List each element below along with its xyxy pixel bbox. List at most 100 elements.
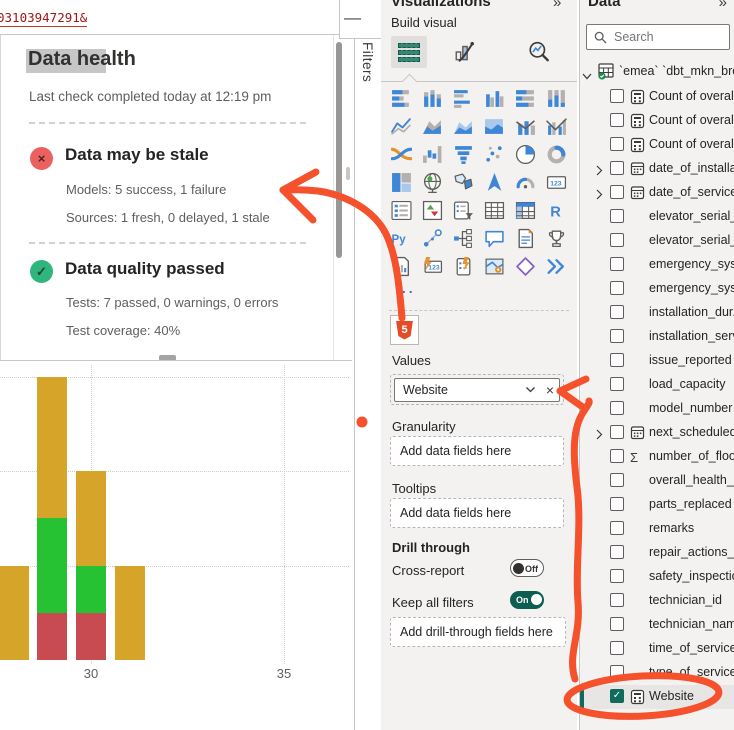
field-row[interactable]: Count of overal... — [580, 85, 734, 109]
granularity-field-well[interactable]: Add data fields here — [390, 436, 564, 466]
url-fragment-text[interactable]: 03103947291& — [0, 10, 87, 27]
visual-icon-line-and-stacked-column-chart[interactable] — [515, 116, 536, 137]
visual-icon-stacked-area-chart[interactable] — [453, 116, 474, 137]
field-checkbox[interactable] — [610, 641, 624, 655]
field-checkbox[interactable]: ✓ — [610, 689, 624, 703]
visual-icon-power-automate[interactable] — [546, 256, 567, 277]
field-label[interactable]: emergency_syst... — [649, 281, 734, 295]
field-row[interactable]: technician_name — [580, 613, 734, 637]
field-label[interactable]: number_of_floo... — [649, 449, 734, 463]
field-row[interactable]: emergency_syst... — [580, 277, 734, 301]
field-row[interactable]: repair_actions_t... — [580, 541, 734, 565]
visual-icon-q-and-a[interactable] — [484, 228, 505, 249]
remove-field-icon[interactable]: × — [541, 382, 559, 398]
tab-analytics[interactable] — [527, 40, 551, 69]
card-scrollbar-thumb[interactable] — [336, 42, 342, 258]
field-checkbox[interactable] — [610, 233, 624, 247]
field-label[interactable]: technician_id — [649, 593, 722, 607]
visual-icon-clustered-bar-chart[interactable] — [453, 88, 474, 109]
bar-segment-green[interactable] — [37, 518, 67, 613]
field-checkbox[interactable] — [610, 473, 624, 487]
visual-icon-area-chart[interactable] — [422, 116, 443, 137]
field-checkbox[interactable] — [610, 257, 624, 271]
field-label[interactable]: Count of overal... — [649, 137, 734, 151]
visual-icon-stacked-bar-chart[interactable] — [391, 88, 412, 109]
bar-segment-gold[interactable] — [37, 377, 67, 519]
field-label[interactable]: issue_reported — [649, 353, 732, 367]
visual-icon-multi-row-card[interactable] — [391, 200, 412, 221]
field-row[interactable]: type_of_service — [580, 661, 734, 685]
table-label[interactable]: `emea` `dbt_mkn_bron.. — [619, 64, 734, 78]
visual-icon-ribbon-chart[interactable] — [391, 144, 412, 165]
visual-icon-key-influencers[interactable] — [422, 228, 443, 249]
field-pill-website[interactable]: Website × — [394, 378, 560, 402]
field-label[interactable]: emergency_syst... — [649, 257, 734, 271]
field-row[interactable]: technician_id — [580, 589, 734, 613]
collapse-pane-icon[interactable]: » — [553, 0, 561, 11]
table-row-root[interactable]: `emea` `dbt_mkn_bron.. — [580, 60, 734, 84]
chevron-right-icon[interactable] — [596, 163, 603, 181]
field-row[interactable]: safety_inspectio... — [580, 565, 734, 589]
field-row[interactable]: load_capacity — [580, 373, 734, 397]
field-row[interactable]: emergency_syst... — [580, 253, 734, 277]
field-checkbox[interactable] — [610, 137, 624, 151]
field-label[interactable]: remarks — [649, 521, 694, 535]
visual-icon-filled-map[interactable] — [453, 172, 474, 193]
visual-icon-funnel-chart[interactable] — [453, 144, 474, 165]
field-label[interactable]: model_number — [649, 401, 732, 415]
field-row[interactable]: Count of overal... — [580, 109, 734, 133]
visual-icon-line-and-clustered-column-chart[interactable] — [546, 116, 567, 137]
visual-icon-matrix[interactable] — [515, 200, 536, 221]
field-label[interactable]: installation_dur... — [649, 305, 734, 319]
field-row[interactable]: date_of_service — [580, 181, 734, 205]
field-row[interactable]: elevator_serial_... — [580, 205, 734, 229]
visual-icon-decomposition-tree[interactable] — [453, 228, 474, 249]
field-label[interactable]: elevator_serial_... — [649, 209, 734, 223]
field-checkbox[interactable] — [610, 377, 624, 391]
visual-icon-map[interactable] — [422, 172, 443, 193]
visual-icon-new-card[interactable]: 123 — [422, 256, 443, 277]
bar-segment-red[interactable] — [76, 613, 106, 660]
collapse-pane-icon[interactable]: » — [719, 0, 727, 11]
visual-icon-power-apps[interactable] — [515, 256, 536, 277]
chevron-down-icon[interactable] — [582, 67, 592, 85]
visual-icon-treemap[interactable] — [391, 172, 412, 193]
field-label[interactable]: time_of_service — [649, 641, 734, 655]
minimize-icon[interactable]: — — [344, 8, 361, 28]
field-row[interactable]: model_number — [580, 397, 734, 421]
field-checkbox[interactable] — [610, 401, 624, 415]
field-row[interactable]: Σnumber_of_floo... — [580, 445, 734, 469]
bar-segment-gold[interactable] — [0, 566, 29, 661]
drill-through-field-well[interactable]: Add drill-through fields here — [390, 617, 566, 647]
field-checkbox[interactable] — [610, 569, 624, 583]
field-label[interactable]: safety_inspectio... — [649, 569, 734, 583]
field-checkbox[interactable] — [610, 449, 624, 463]
field-checkbox[interactable] — [610, 329, 624, 343]
visual-icon-gauge[interactable] — [515, 172, 536, 193]
visual-icon-python-visual[interactable]: Py — [391, 228, 412, 249]
visual-icon-100-stacked-bar-chart[interactable] — [515, 88, 536, 109]
visual-icon-azure-map[interactable] — [484, 172, 505, 193]
visual-icon-100-stacked-area-chart[interactable] — [484, 116, 505, 137]
field-label[interactable]: date_of_service — [649, 185, 734, 199]
field-row[interactable]: time_of_service — [580, 637, 734, 661]
field-checkbox[interactable] — [610, 545, 624, 559]
field-label[interactable]: installation_serv... — [649, 329, 734, 343]
visual-icon-scatter-chart[interactable] — [484, 144, 505, 165]
bar-segment-green[interactable] — [76, 566, 106, 613]
field-row[interactable]: installation_dur... — [580, 301, 734, 325]
field-checkbox[interactable] — [610, 113, 624, 127]
chart-area[interactable]: 3035 — [0, 361, 352, 730]
page-scrollbar-thumb[interactable] — [346, 167, 350, 180]
get-more-visuals-button[interactable]: ... — [395, 280, 416, 296]
chevron-right-icon[interactable] — [596, 187, 603, 205]
field-row[interactable]: Count of overal... — [580, 133, 734, 157]
field-checkbox[interactable] — [610, 161, 624, 175]
chevron-right-icon[interactable] — [596, 427, 603, 445]
visual-icon-html5-custom[interactable]: 5 — [390, 315, 419, 345]
visual-icon-r-script-visual[interactable]: R — [546, 200, 567, 221]
field-label[interactable]: Count of overal... — [649, 113, 734, 127]
field-label[interactable]: next_scheduled... — [649, 425, 734, 439]
field-checkbox[interactable] — [610, 497, 624, 511]
field-checkbox[interactable] — [610, 89, 624, 103]
